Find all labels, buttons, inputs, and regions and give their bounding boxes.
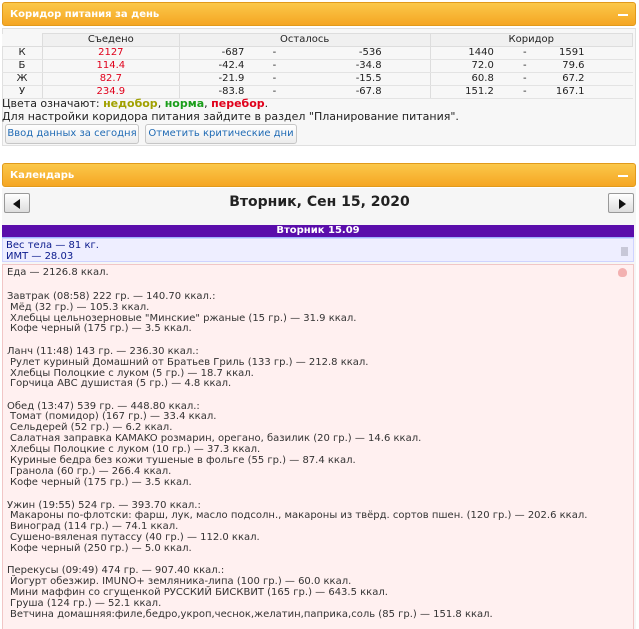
food-item: Сушено-вяленая путассу (40 гр.) — 112.0 … <box>10 532 260 543</box>
food-item: Салатная заправка KAMAKO розмарин, орега… <box>10 433 422 444</box>
food-item: Макароны по-флотски: фарш, лук, масло по… <box>10 510 588 521</box>
food-item: Кофе черный (250 гр.) — 5.0 ккал. <box>10 543 192 554</box>
corridor-panel-title: Коридор питания за день <box>10 9 160 20</box>
row-label: К <box>2 46 43 60</box>
remaining-min: -687 <box>178 46 245 60</box>
corridor-table: Съедено Осталось Коридор К 2127 -687 - -… <box>2 33 634 99</box>
corridor-panel-header: Коридор питания за день <box>2 2 636 26</box>
range-dash: - <box>244 72 305 86</box>
minimize-icon[interactable] <box>617 5 629 21</box>
food-item: Мини маффин со сгущенкой РУССКИЙ БИСКВИТ… <box>10 587 388 598</box>
meal-title: Завтрак (08:58) 222 гр. — 140.70 ккал.: <box>7 291 216 302</box>
corridor-max: 167.1 <box>555 85 633 99</box>
food-item: Ветчина домашняя:филе,бедро,укроп,чеснок… <box>10 609 493 620</box>
edit-icon[interactable] <box>621 247 628 256</box>
food-section: Еда — 2126.8 ккал. Завтрак (08:58) 222 г… <box>2 264 634 629</box>
legend-prefix: Цвета означают: <box>2 97 104 110</box>
remaining-header: Осталось <box>178 33 431 47</box>
food-item: Горчица ABC душистая (5 гр.) — 4.8 ккал. <box>10 378 232 389</box>
food-item: Груша (124 гр.) — 52.1 ккал. <box>10 598 162 609</box>
legend-suffix: . <box>264 97 269 110</box>
table-row: Б 114.4 -42.4 - -34.8 72.0 - 79.6 <box>2 59 633 73</box>
arrow-right-icon <box>619 199 626 209</box>
food-item: Кофе черный (175 гр.) — 3.5 ккал. <box>10 323 192 334</box>
corridor-min: 60.8 <box>429 72 494 86</box>
table-row: Ж 82.7 -21.9 - -15.5 60.8 - 67.2 <box>2 72 633 86</box>
next-day-button[interactable] <box>608 193 634 213</box>
body-weight: Вес тела — 81 кг. <box>6 240 99 251</box>
range-dash: - <box>493 72 556 86</box>
legend-separator: , <box>157 97 165 110</box>
food-total: Еда — 2126.8 ккал. <box>7 267 109 278</box>
food-item: Сельдерей (52 гр.) — 6.2 ккал. <box>10 422 173 433</box>
legend-norm: норма <box>164 97 205 110</box>
food-item: Кофе черный (175 гр.) — 3.5 ккал. <box>10 477 192 488</box>
food-item: Рулет куриный Домашний от Братьев Гриль … <box>10 357 369 368</box>
remaining-max: -536 <box>304 46 431 60</box>
food-item: Гранола (60 гр.) — 266.4 ккал. <box>10 466 172 477</box>
eaten-value: 114.4 <box>41 59 180 73</box>
row-label: Б <box>2 59 43 73</box>
calendar-panel-title: Календарь <box>10 170 75 181</box>
food-item: Йогурт обезжир. IMUNO+ земляника-липа (1… <box>10 576 352 587</box>
eaten-value: 82.7 <box>41 72 180 86</box>
corridor-min: 1440 <box>429 46 494 60</box>
remaining-min: -42.4 <box>178 59 245 73</box>
range-dash: - <box>493 46 556 60</box>
body-stats: Вес тела — 81 кг. ИМТ — 28.03 <box>2 238 634 262</box>
legend-over: перебор <box>211 97 265 110</box>
range-dash: - <box>244 59 305 73</box>
remaining-max: -15.5 <box>304 72 431 86</box>
food-item: Томат (помидор) (167 гр.) — 33.4 ккал. <box>10 411 217 422</box>
mark-critical-button[interactable]: Отметить критические дни <box>145 124 297 144</box>
bmi-value: ИМТ — 28.03 <box>6 251 74 262</box>
remaining-min: -21.9 <box>178 72 245 86</box>
meal-title: Ланч (11:48) 143 гр. — 236.30 ккал.: <box>7 346 199 357</box>
corridor-header: Коридор <box>429 33 634 47</box>
remaining-max: -34.8 <box>304 59 431 73</box>
corridor-hint: Для настройки коридора питания зайдите в… <box>2 110 459 123</box>
corridor-min: 151.2 <box>429 85 494 99</box>
color-legend: Цвета означают: недобор, норма, перебор. <box>2 97 268 110</box>
enter-data-button[interactable]: Ввод данных за сегодня <box>5 124 139 144</box>
range-dash: - <box>493 59 556 73</box>
food-item: Виноград (114 гр.) — 74.1 ккал. <box>10 521 179 532</box>
eaten-header: Съедено <box>41 33 180 47</box>
date-title: Вторник, Сен 15, 2020 <box>229 194 410 210</box>
minimize-icon[interactable] <box>617 166 629 182</box>
calendar-panel-header: Календарь <box>2 163 636 187</box>
corridor-max: 79.6 <box>555 59 633 73</box>
corridor-max: 1591 <box>555 46 633 60</box>
food-item: Хлебцы Полоцкие с луком (10 гр.) — 37.3 … <box>10 444 261 455</box>
range-dash: - <box>244 46 305 60</box>
food-item: Мёд (32 гр.) — 105.3 ккал. <box>10 302 150 313</box>
corner-header <box>2 33 43 47</box>
food-item: Куриные бедра без кожи тушеные в фольге … <box>10 455 356 466</box>
meal-title: Перекусы (09:49) 474 гр. — 907.40 ккал.: <box>7 565 225 576</box>
remaining-max: -67.8 <box>304 85 431 99</box>
legend-under: недобор <box>103 97 158 110</box>
eaten-value: 2127 <box>41 46 180 60</box>
table-row: К 2127 -687 - -536 1440 - 1591 <box>2 46 633 60</box>
day-bar: Вторник 15.09 <box>2 225 634 238</box>
hand-icon[interactable] <box>618 268 627 277</box>
row-label: Ж <box>2 72 43 86</box>
range-dash: - <box>493 85 556 99</box>
corridor-max: 67.2 <box>555 72 633 86</box>
corridor-min: 72.0 <box>429 59 494 73</box>
